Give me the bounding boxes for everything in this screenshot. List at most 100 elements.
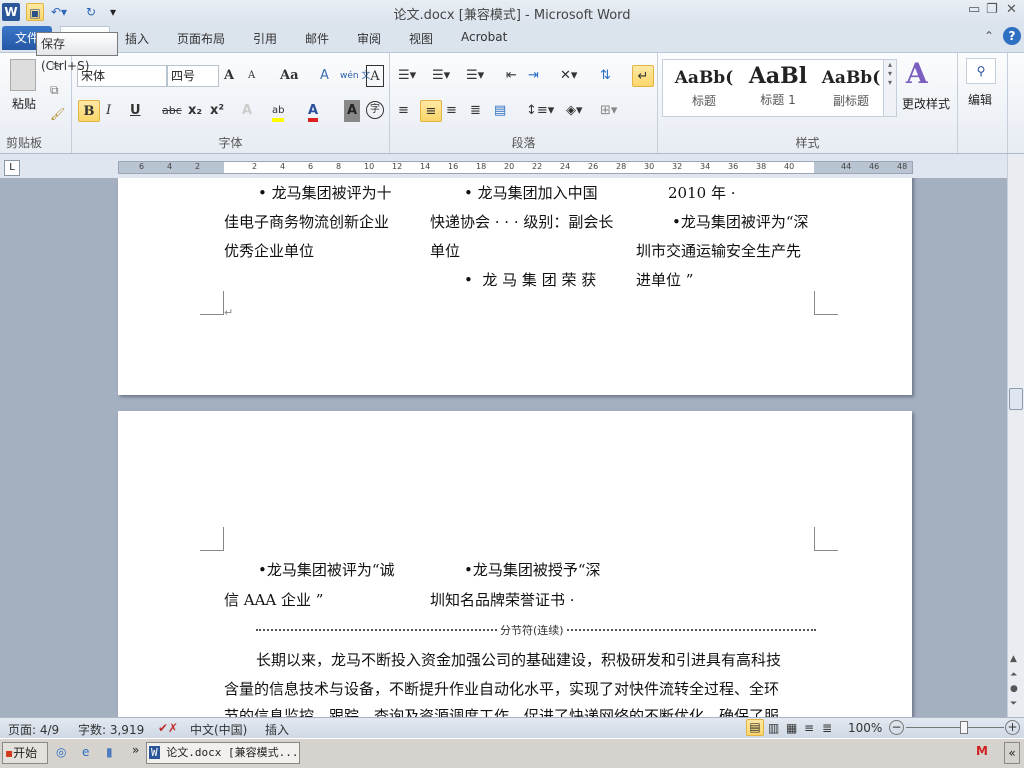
page1-col3-line2: •龙马集团被评为“深 <box>672 213 809 231</box>
bold-button[interactable]: B <box>78 100 100 122</box>
highlight-icon[interactable]: ab <box>272 100 285 122</box>
ruler-tick: 8 <box>336 162 342 171</box>
align-left-icon[interactable]: ≡ <box>398 100 409 122</box>
paste-icon[interactable] <box>10 59 36 91</box>
tab-mailings[interactable]: 邮件 <box>305 30 329 47</box>
decrease-indent-icon[interactable]: ⇤ <box>506 65 517 87</box>
sort-icon[interactable]: ⇅ <box>600 65 611 87</box>
ruler-tick: 18 <box>476 162 487 171</box>
font-group-label: 字体 <box>218 136 243 150</box>
chinese-layout-icon[interactable]: ✕▾ <box>560 65 577 87</box>
outline-view-icon[interactable]: ≡ <box>804 721 814 735</box>
clear-format-icon[interactable]: A <box>320 65 329 87</box>
vertical-scrollbar[interactable]: ▲ ⏶ ● ⏷ <box>1007 154 1024 717</box>
subscript-button[interactable]: x₂ <box>188 100 202 122</box>
align-right-icon[interactable]: ≡ <box>446 100 457 122</box>
page2-col1-line2: 信 AAA 企业 ” <box>224 591 324 609</box>
copy-icon[interactable]: ⧉ <box>50 83 59 98</box>
previous-page-icon[interactable]: ⏶ <box>1010 670 1017 680</box>
underline-button[interactable]: U <box>130 100 141 122</box>
ruler-tick: 10 <box>364 162 375 171</box>
change-styles-button[interactable]: 更改样式 <box>902 95 950 112</box>
print-layout-view-icon[interactable]: ▤ <box>746 719 764 736</box>
show-formatting-marks-icon[interactable]: ↵ <box>632 65 654 87</box>
style-subtitle[interactable]: AaBb(副标题 <box>815 68 887 109</box>
minimize-icon[interactable]: ▭ <box>968 2 980 17</box>
font-size-select[interactable]: 四号 <box>167 65 219 87</box>
character-border-icon[interactable]: A <box>366 65 384 87</box>
increase-indent-icon[interactable]: ⇥ <box>528 65 539 87</box>
strikethrough-button[interactable]: abc <box>162 100 182 122</box>
show-tray-icon[interactable]: « <box>1004 742 1020 764</box>
line-spacing-icon[interactable]: ↕≡▾ <box>526 100 554 122</box>
ruler-tick: 14 <box>420 162 431 171</box>
close-icon[interactable]: ✕ <box>1006 2 1017 17</box>
collapse-ribbon-icon[interactable]: ⌃ <box>984 29 994 43</box>
tray-app-icon[interactable]: M <box>976 744 988 758</box>
tab-view[interactable]: 视图 <box>409 30 433 47</box>
quicklaunch-icon[interactable]: ◎ <box>56 745 66 759</box>
font-name-select[interactable]: 宋体 <box>77 65 167 87</box>
document-area[interactable]: • 龙马集团被评为十 佳电子商务物流创新企业 优秀企业单位 • 龙马集团加入中国… <box>0 178 1007 717</box>
paste-button[interactable]: 粘贴 <box>12 95 36 112</box>
quicklaunch-app-icon[interactable]: ▮ <box>106 745 113 759</box>
word-count[interactable]: 字数: 3,919 <box>78 721 144 738</box>
next-page-icon[interactable]: ⏷ <box>1010 699 1017 709</box>
restore-icon[interactable]: ❐ <box>986 2 998 17</box>
ruler-tick: 44 <box>841 162 852 171</box>
style-title[interactable]: AaBb(标题 <box>669 68 739 109</box>
editing-button[interactable]: 编辑 <box>968 91 992 108</box>
start-button[interactable]: ▪开始 <box>2 742 48 764</box>
tab-references[interactable]: 引用 <box>253 30 277 47</box>
tab-page-layout[interactable]: 页面布局 <box>177 30 225 47</box>
tab-acrobat[interactable]: Acrobat <box>461 30 507 44</box>
tab-selector[interactable]: L <box>4 160 20 176</box>
zoom-in-icon[interactable]: + <box>1005 720 1020 735</box>
text-effects-icon[interactable]: A <box>242 100 252 122</box>
italic-button[interactable]: I <box>106 100 111 122</box>
proofing-icon[interactable]: ✔✗ <box>158 721 178 735</box>
browse-object-icon[interactable]: ● <box>1010 684 1018 694</box>
borders-icon[interactable]: ⊞▾ <box>600 100 617 122</box>
numbering-icon[interactable]: ☰▾ <box>432 65 450 87</box>
font-color-icon[interactable]: A <box>308 100 319 122</box>
page1-col3-line1: 2010 年 · <box>668 184 736 202</box>
web-layout-view-icon[interactable]: ▦ <box>786 721 797 735</box>
language[interactable]: 中文(中国) <box>190 721 247 738</box>
zoom-level[interactable]: 100% <box>848 721 882 735</box>
shrink-font-icon[interactable]: A <box>248 65 255 87</box>
multilevel-list-icon[interactable]: ☰▾ <box>466 65 484 87</box>
grow-font-icon[interactable]: A <box>224 65 234 87</box>
internet-explorer-icon[interactable]: e <box>82 745 89 759</box>
align-center-icon[interactable]: ≡ <box>420 100 442 122</box>
style-heading-1[interactable]: AaBl 标题 1 <box>743 63 813 108</box>
page-count[interactable]: 页面: 4/9 <box>8 721 59 738</box>
change-case-icon[interactable]: Aa <box>280 65 299 87</box>
full-screen-view-icon[interactable]: ▥ <box>768 721 779 735</box>
style-gallery: AaBb(标题 AaBl 标题 1 AaBb(副标题 <box>662 59 890 117</box>
tab-review[interactable]: 审阅 <box>357 30 381 47</box>
draft-view-icon[interactable]: ≣ <box>822 721 832 735</box>
enclose-characters-icon[interactable]: 字 <box>366 101 384 119</box>
scroll-up-icon[interactable]: ▲ <box>1010 654 1017 664</box>
more-icon[interactable]: » <box>132 743 139 757</box>
tab-insert[interactable]: 插入 <box>125 30 149 47</box>
bullets-icon[interactable]: ☰▾ <box>398 65 416 87</box>
paragraph-shading-icon[interactable]: ◈▾ <box>566 100 583 122</box>
zoom-slider[interactable] <box>906 727 1004 728</box>
taskbar-word-window[interactable]: W 论文.docx [兼容模式... <box>146 742 300 764</box>
style-gallery-scroll[interactable]: ▴ ▾ ▾ <box>883 59 897 117</box>
superscript-button[interactable]: x² <box>210 100 224 122</box>
horizontal-ruler[interactable]: 6 4 2 2 4 6 8 10 12 14 16 18 20 22 24 26 28 30 32 34 36 38 40 4… <box>118 161 913 174</box>
distributed-icon[interactable]: ▤ <box>494 100 506 122</box>
format-painter-icon[interactable]: 🖌 <box>50 107 65 121</box>
find-icon[interactable]: ⚲ <box>966 58 996 84</box>
justify-icon[interactable]: ≣ <box>470 100 481 122</box>
scrollbar-thumb[interactable] <box>1009 388 1023 410</box>
ruler-tick: 2 <box>195 162 201 171</box>
insert-mode[interactable]: 插入 <box>265 721 289 738</box>
help-icon[interactable]: ? <box>1003 27 1021 45</box>
character-shading-icon[interactable]: A <box>344 100 360 122</box>
zoom-out-icon[interactable]: − <box>889 720 904 735</box>
zoom-slider-thumb[interactable] <box>959 721 968 734</box>
